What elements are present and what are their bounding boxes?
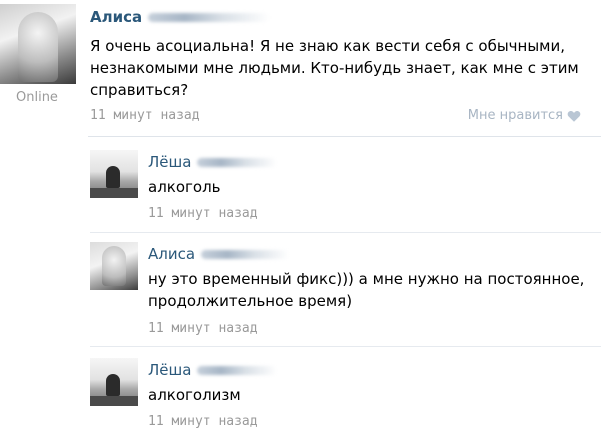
post-divider xyxy=(88,136,601,137)
comment-timestamp[interactable]: 11 минут назад xyxy=(148,206,258,221)
post-header: Алиса xyxy=(90,7,271,26)
like-button[interactable]: Мне нравится xyxy=(468,108,581,123)
comment-header: Лёша xyxy=(148,360,278,379)
post-author-avatar[interactable] xyxy=(0,4,76,84)
blurred-surname xyxy=(197,158,278,167)
post-text: Я очень асоциальна! Я не знаю как вести … xyxy=(90,37,579,99)
comment-author-name[interactable]: Лёша xyxy=(148,153,191,171)
online-status: Online xyxy=(16,90,58,105)
post-timestamp[interactable]: 11 минут назад xyxy=(90,108,200,123)
comment-item: Алиса ну это временный фикс))) а мне нуж… xyxy=(90,242,601,347)
wall-post: Online Алиса Я очень асоциальна! Я не зн… xyxy=(0,0,601,142)
post-author-name[interactable]: Алиса xyxy=(90,8,142,26)
blurred-surname xyxy=(148,13,271,22)
comment-author-name[interactable]: Алиса xyxy=(148,245,195,263)
comment-text: ну это временный фикс))) а мне нужно на … xyxy=(148,270,585,310)
comment-author-avatar[interactable] xyxy=(90,242,138,290)
comment-header: Алиса xyxy=(148,244,290,263)
comment-author-avatar[interactable] xyxy=(90,358,138,406)
heart-icon xyxy=(567,110,581,122)
comment-author-name[interactable]: Лёша xyxy=(148,361,191,379)
comment-timestamp[interactable]: 11 минут назад xyxy=(148,414,258,429)
blurred-surname xyxy=(201,250,290,259)
comment-item: Лёша алкоголь 11 минут назад xyxy=(90,150,601,233)
comment-divider xyxy=(90,346,601,347)
comment-header: Лёша xyxy=(148,152,278,171)
blurred-surname xyxy=(197,366,278,375)
comment-timestamp[interactable]: 11 минут назад xyxy=(148,321,258,336)
comment-item: Лёша алкоголизм 11 минут назад xyxy=(90,358,601,437)
comment-text: алкоголь xyxy=(148,178,221,196)
like-label: Мне нравится xyxy=(467,108,563,123)
comment-divider xyxy=(90,232,601,233)
comment-text: алкоголизм xyxy=(148,386,241,404)
comment-author-avatar[interactable] xyxy=(90,150,138,198)
